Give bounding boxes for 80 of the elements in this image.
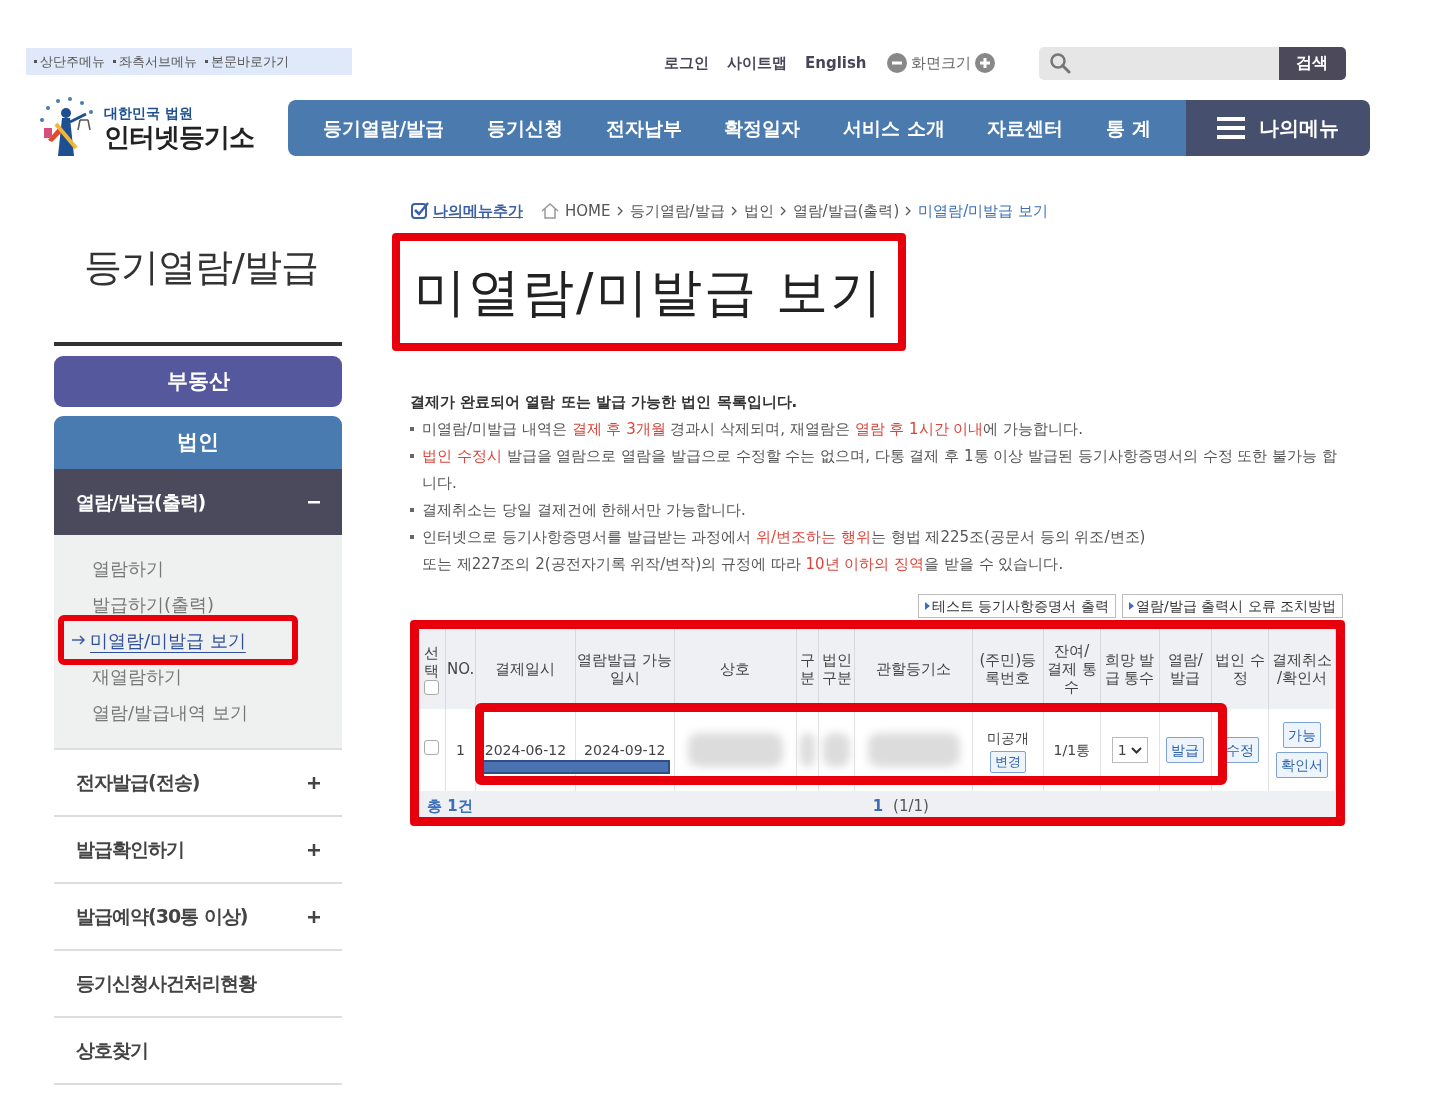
- table-cell: 1/1통: [1053, 741, 1091, 758]
- nav-item[interactable]: 서비스 소개: [842, 113, 945, 143]
- bullet-icon: [410, 427, 414, 431]
- notice-text: 미열람/미발급 내역은 결제 후 3개월 경과시 삭제되며, 재열람은 열람 후 1시간 이내에 가능합니다.: [422, 419, 1084, 440]
- page-title: 미열람/미발급 보기: [392, 233, 907, 351]
- blurred-text: [823, 733, 851, 767]
- bullet-icon: [410, 535, 414, 539]
- notice-text: 또는 제227조의 2(공전자기록 위작/변작)의 규정에 따라 10년 이하의 징역을 받을 수 있습니다.: [422, 554, 1065, 575]
- nav-item[interactable]: 자료센터: [987, 113, 1064, 143]
- column-header: 선택: [419, 629, 446, 709]
- chevron-icon: [616, 206, 624, 216]
- zoom-label: 화면크기: [910, 52, 971, 74]
- table-cell: 2024-06-12: [484, 741, 567, 758]
- check-icon: [410, 201, 430, 221]
- table-cell: 2024-09-12: [584, 741, 666, 758]
- notice-text: 인터넷으로 등기사항증명서를 발급받는 과정에서 위/변조하는 행위는 형법 제225조(공문서 등의 위조/변조): [422, 527, 1147, 548]
- row-action-button[interactable]: 확인서: [1276, 752, 1328, 778]
- column-header: 결제일시: [475, 629, 576, 709]
- sidebar-title: 등기열람/발급: [83, 244, 319, 291]
- bullet-icon: [410, 508, 414, 512]
- action-button[interactable]: 열람/발급 출력시 오류 조치방법: [1121, 594, 1343, 618]
- bullet-icon: [410, 454, 414, 458]
- action-button[interactable]: 테스트 등기사항증명서 출력: [918, 594, 1116, 618]
- skip-link[interactable]: 본문바로가기: [205, 51, 289, 72]
- search-button[interactable]: 검색: [1278, 46, 1346, 80]
- search-icon: [1048, 52, 1071, 74]
- notice-heading: 결제가 완료되어 열람 또는 발급 가능한 법인 목록입니다.: [410, 392, 799, 413]
- skip-link[interactable]: 상단주메뉴: [34, 51, 105, 72]
- zoom-in-icon[interactable]: [974, 53, 995, 73]
- utility-link[interactable]: 사이트맵: [727, 51, 787, 75]
- breadcrumb-link[interactable]: 미열람/미발급 보기: [918, 199, 1049, 223]
- blurred-text: [799, 733, 815, 767]
- table-cell: 1: [456, 741, 465, 758]
- notice-text: 법인 수정시 발급을 열람으로 열람을 발급으로 수정할 수는 없으며, 다통 결제 후 1통 이상 발급된 등기사항증명서의 수정 또한 불가능 합니다.: [422, 446, 1338, 494]
- nav-item[interactable]: 등기신청: [486, 113, 563, 143]
- submenu-item[interactable]: 재열람하기: [92, 662, 182, 690]
- zoom-out-icon[interactable]: [886, 53, 907, 73]
- breadcrumb-link[interactable]: HOME: [565, 199, 611, 223]
- row-action-button[interactable]: 발급: [1166, 737, 1205, 763]
- caret-icon: [1130, 746, 1142, 754]
- category-tab[interactable]: 부동산: [54, 356, 342, 407]
- chevron-icon: [905, 206, 913, 216]
- breadcrumb-link[interactable]: 법인: [743, 199, 774, 223]
- nav-item[interactable]: 전자납부: [605, 113, 682, 143]
- triangle-icon: [1128, 602, 1134, 610]
- logo-subtitle: 대한민국 법원: [104, 106, 194, 120]
- change-button[interactable]: 변경: [989, 750, 1026, 773]
- home-icon: [541, 203, 559, 219]
- submenu-item[interactable]: 열람하기: [92, 554, 164, 582]
- category-tab[interactable]: 법인: [54, 416, 342, 469]
- row-checkbox[interactable]: [424, 739, 440, 755]
- add-my-menu-link[interactable]: 나의메뉴추가: [410, 199, 523, 223]
- logo-title: 인터넷등기소: [104, 124, 254, 150]
- row-action-button[interactable]: 가능: [1283, 722, 1321, 748]
- submenu-item[interactable]: 발급하기(출력): [92, 590, 215, 618]
- nav-item[interactable]: 확정일자: [724, 113, 801, 143]
- select-all-checkbox[interactable]: [424, 679, 440, 695]
- chevron-icon: [779, 206, 787, 216]
- skip-link[interactable]: 좌측서브메뉴: [113, 51, 197, 72]
- submenu-item[interactable]: 열람/발급내역 보기: [92, 698, 248, 726]
- menu-icon: [1217, 117, 1245, 139]
- utility-link[interactable]: 로그인: [664, 51, 709, 75]
- my-menu-button[interactable]: 나의메뉴: [1186, 100, 1370, 156]
- chevron-icon: [730, 206, 738, 216]
- sidebar-section[interactable]: 열람/발급(출력): [54, 469, 342, 535]
- breadcrumb-link[interactable]: 등기열람/발급: [629, 199, 725, 223]
- table-cell-text: 미공개: [986, 728, 1029, 748]
- nav-item[interactable]: 등기열람/발급: [323, 113, 445, 143]
- page-link[interactable]: 1: [872, 795, 884, 817]
- utility-link[interactable]: English: [805, 51, 867, 75]
- count-select[interactable]: 1: [1111, 737, 1148, 763]
- notice-text: 결제취소는 당일 결제건에 한해서만 가능합니다.: [422, 500, 747, 521]
- breadcrumb-link[interactable]: 열람/발급(출력): [792, 199, 900, 223]
- page-info: (1/1): [893, 796, 929, 817]
- total-count: 총 1건: [427, 796, 473, 817]
- triangle-icon: [925, 602, 930, 610]
- submenu-item[interactable]: 미열람/미발급 보기: [72, 626, 246, 654]
- nav-item[interactable]: 통 계: [1105, 113, 1151, 143]
- search-field[interactable]: [1038, 46, 1279, 80]
- arrow-icon: [72, 635, 86, 645]
